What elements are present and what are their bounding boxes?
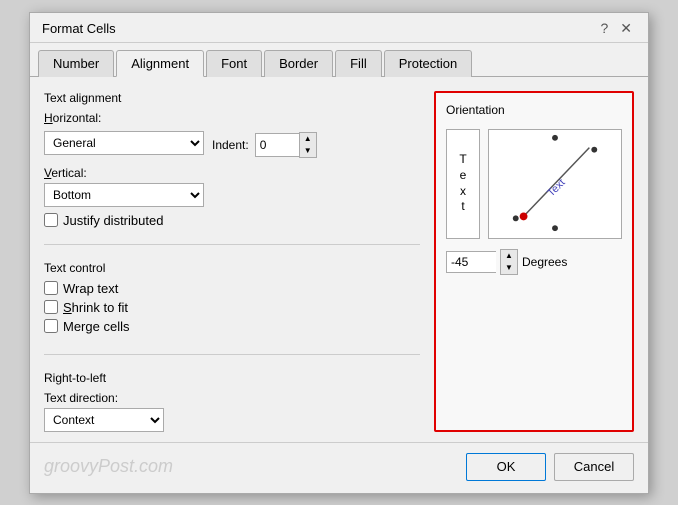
horizontal-select[interactable]: General Left (Indent) Center Right (Inde… <box>44 131 204 155</box>
footer-buttons: OK Cancel <box>466 453 634 481</box>
rtl-title: Right-to-left <box>44 371 420 385</box>
vert-t2: t <box>461 199 464 215</box>
wrap-text-row: Wrap text <box>44 281 420 296</box>
degrees-up-button[interactable]: ▲ <box>501 250 517 262</box>
format-cells-dialog: Format Cells ? ✕ Number Alignment Font B… <box>29 12 649 494</box>
help-button[interactable]: ? <box>596 21 612 35</box>
tab-font[interactable]: Font <box>206 50 262 77</box>
merge-cells-label: Merge cells <box>63 319 129 334</box>
left-panel: Text alignment Horizontal: General Left … <box>44 91 420 432</box>
tab-fill[interactable]: Fill <box>335 50 382 77</box>
vert-e: e <box>460 168 467 184</box>
indent-spinner: ▲ ▼ <box>255 132 317 158</box>
text-alignment-title: Text alignment <box>44 91 420 105</box>
horizontal-row: General Left (Indent) Center Right (Inde… <box>44 128 420 158</box>
tab-border[interactable]: Border <box>264 50 333 77</box>
text-direction-label: Text direction: <box>44 391 420 405</box>
merge-cells-row: Merge cells <box>44 319 420 334</box>
vertical-select[interactable]: Top Center Bottom Justify Distributed <box>44 183 204 207</box>
tab-number[interactable]: Number <box>38 50 114 77</box>
divider-1 <box>44 244 420 245</box>
horizontal-label: Horizontal: <box>44 111 420 125</box>
shrink-to-fit-checkbox[interactable] <box>44 300 58 314</box>
degrees-down-button[interactable]: ▼ <box>501 262 517 274</box>
text-direction-select[interactable]: Context Left-to-Right Right-to-Left <box>44 408 164 432</box>
tab-content: Text alignment Horizontal: General Left … <box>30 77 648 442</box>
shrink-to-fit-row: Shrink to fit <box>44 300 420 315</box>
indent-up-button[interactable]: ▲ <box>300 133 316 145</box>
text-control-section: Text control Wrap text Shrink to fit Mer… <box>44 261 420 338</box>
orientation-title: Orientation <box>446 103 622 117</box>
vertical-text-letters: T e x t <box>459 152 466 214</box>
merge-cells-checkbox[interactable] <box>44 319 58 333</box>
vertical-label: Vertical: <box>44 166 420 180</box>
indent-group: Indent: ▲ ▼ <box>212 132 317 158</box>
vert-x: x <box>460 184 466 200</box>
angle-svg: Text <box>489 130 621 238</box>
justify-distributed-checkbox[interactable] <box>44 213 58 227</box>
indent-label: Indent: <box>212 138 249 152</box>
tab-alignment[interactable]: Alignment <box>116 50 204 77</box>
degrees-row: ▲ ▼ Degrees <box>446 249 622 275</box>
tab-bar: Number Alignment Font Border Fill Protec… <box>30 43 648 77</box>
tab-protection[interactable]: Protection <box>384 50 473 77</box>
svg-text:Text: Text <box>545 176 567 198</box>
indent-down-button[interactable]: ▼ <box>300 145 316 157</box>
degrees-input[interactable] <box>446 251 496 273</box>
degrees-spinner-btns: ▲ ▼ <box>500 249 518 275</box>
close-button[interactable]: ✕ <box>616 21 636 35</box>
ok-button[interactable]: OK <box>466 453 546 481</box>
vertical-text-box: T e x t <box>446 129 480 239</box>
degrees-label: Degrees <box>522 255 567 269</box>
justify-distributed-label: Justify distributed <box>63 213 163 228</box>
angle-box[interactable]: Text <box>488 129 622 239</box>
cancel-button[interactable]: Cancel <box>554 453 634 481</box>
indent-input[interactable] <box>255 133 299 157</box>
text-control-title: Text control <box>44 261 420 275</box>
vert-t: T <box>459 152 466 168</box>
title-bar: Format Cells ? ✕ <box>30 13 648 43</box>
title-controls: ? ✕ <box>596 21 636 35</box>
orientation-visual: T e x t <box>446 129 622 239</box>
rtl-section: Right-to-left Text direction: Context Le… <box>44 371 420 432</box>
divider-2 <box>44 354 420 355</box>
indent-spinner-btns: ▲ ▼ <box>299 132 317 158</box>
justify-row: Justify distributed <box>44 213 420 228</box>
wrap-text-label: Wrap text <box>63 281 118 296</box>
dialog-footer: groovyPost.com OK Cancel <box>30 442 648 493</box>
shrink-to-fit-label: Shrink to fit <box>63 300 128 315</box>
watermark: groovyPost.com <box>44 456 173 477</box>
orientation-panel: Orientation T e x t <box>434 91 634 432</box>
wrap-text-checkbox[interactable] <box>44 281 58 295</box>
text-alignment-section: Text alignment Horizontal: General Left … <box>44 91 420 228</box>
dialog-title: Format Cells <box>42 21 116 36</box>
